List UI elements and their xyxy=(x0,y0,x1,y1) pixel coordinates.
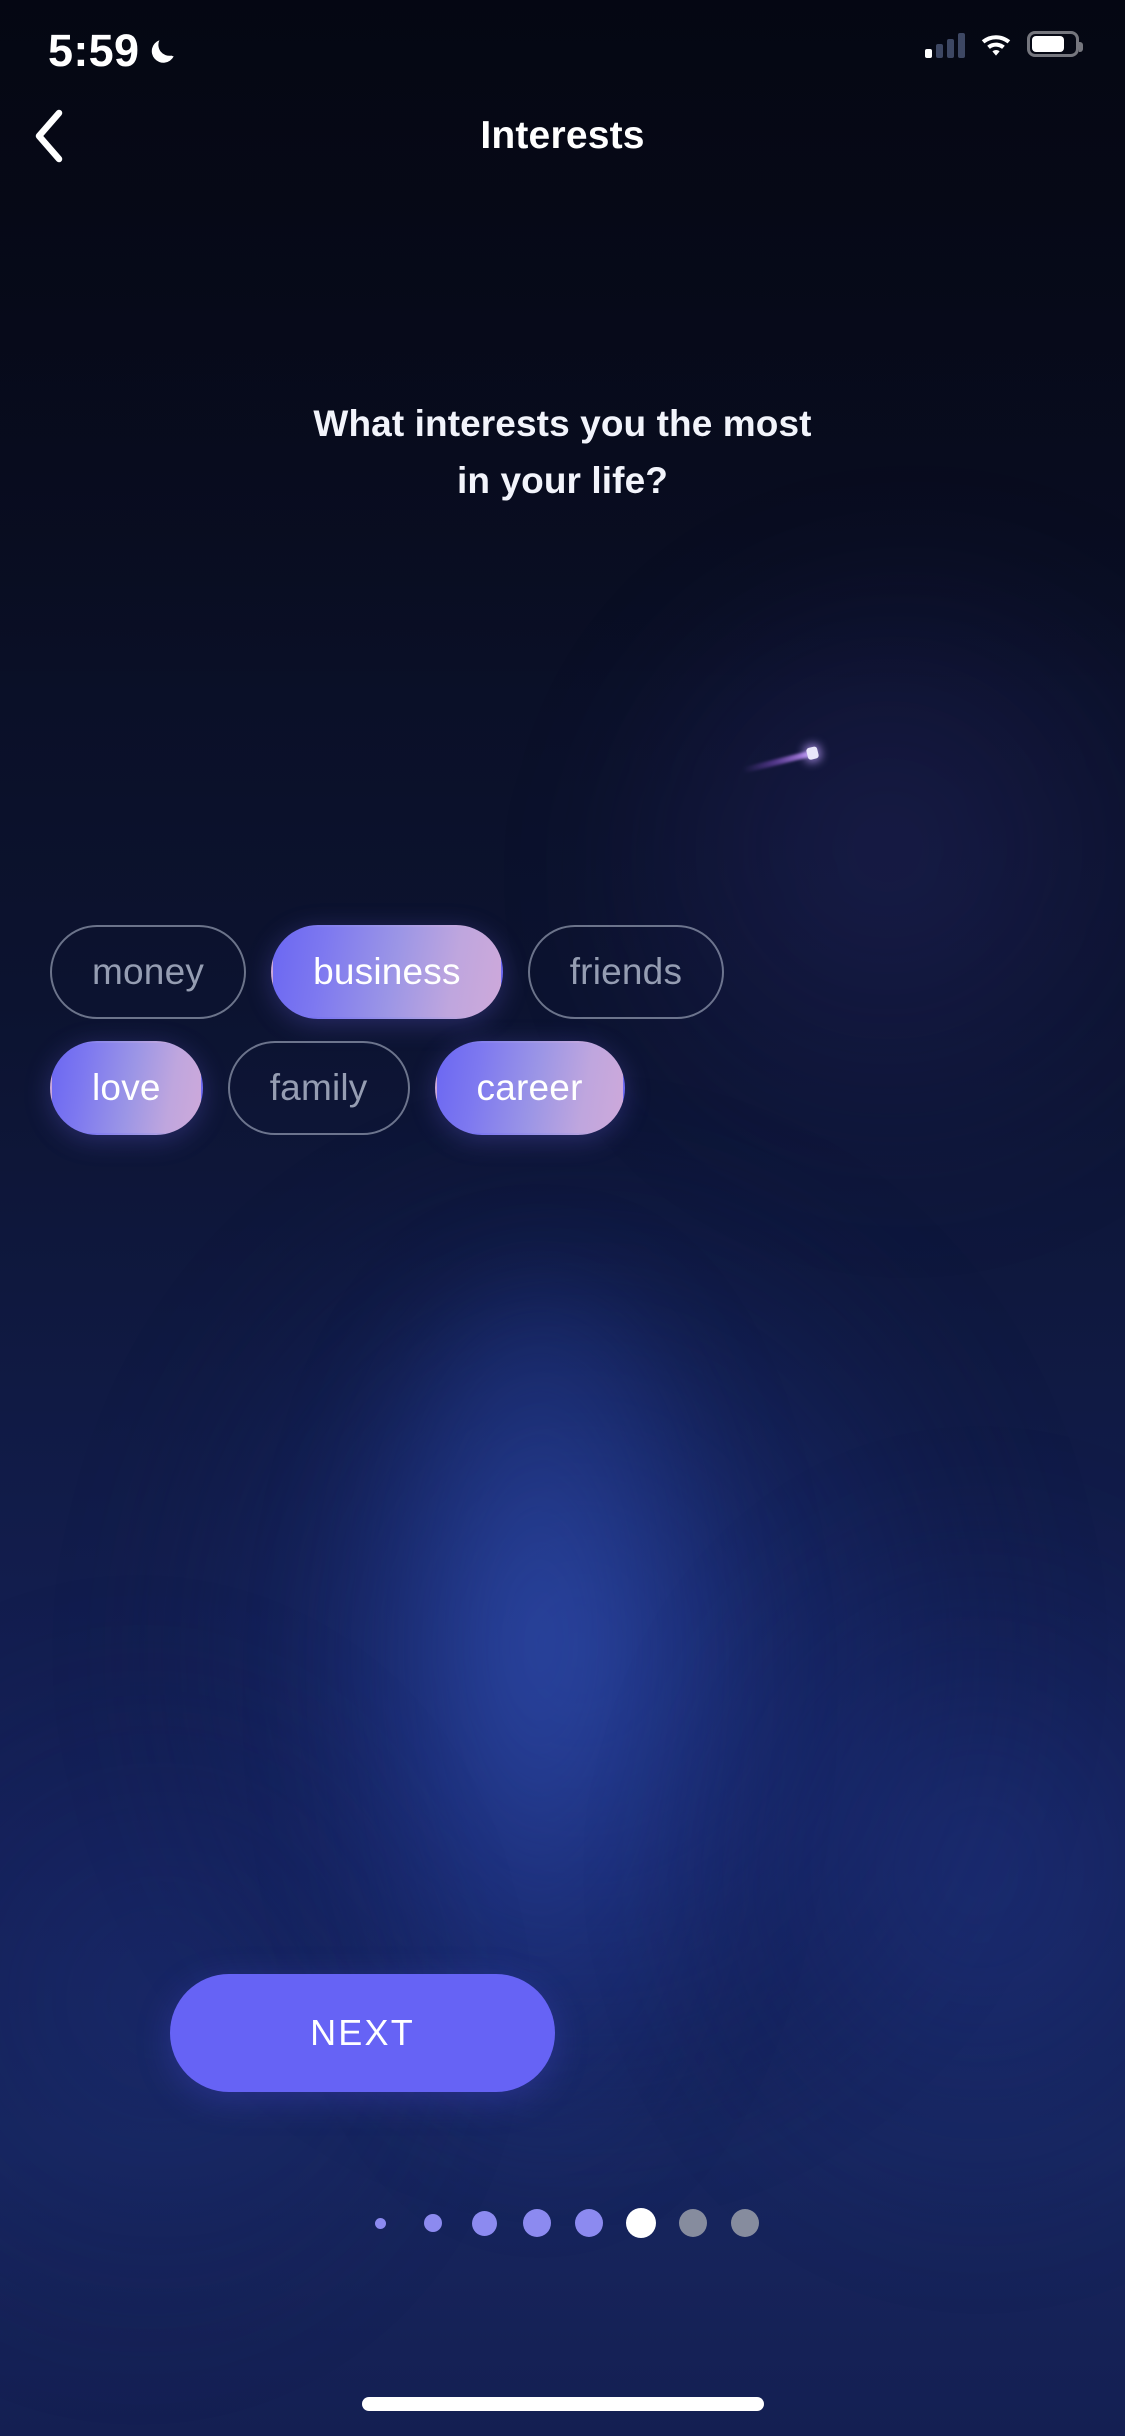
question-text: What interests you the most in your life… xyxy=(0,395,1125,509)
shooting-star-icon xyxy=(741,743,821,779)
signal-bars-icon xyxy=(925,30,965,58)
next-button[interactable]: NEXT xyxy=(170,1974,555,2092)
shooting-star-head xyxy=(805,745,820,761)
interest-chip-row-2: love family career xyxy=(50,1041,1075,1135)
pagination-dot-5[interactable] xyxy=(563,2198,615,2248)
pagination-dot-4[interactable] xyxy=(511,2198,563,2248)
pagination-dot-7[interactable] xyxy=(667,2198,719,2248)
pagination-dot-6-active[interactable] xyxy=(615,2198,667,2248)
status-bar-right xyxy=(925,30,1083,58)
interest-chip-career[interactable]: career xyxy=(434,1041,625,1135)
pagination-dot-3[interactable] xyxy=(459,2198,511,2248)
interest-chip-money[interactable]: money xyxy=(50,925,247,1019)
question-line-1: What interests you the most xyxy=(313,403,812,444)
interest-chip-family[interactable]: family xyxy=(227,1041,410,1135)
background-glow-right xyxy=(660,1500,1125,2240)
crescent-moon-icon xyxy=(152,39,174,63)
wifi-icon xyxy=(981,35,1011,56)
interest-chip-friends[interactable]: friends xyxy=(527,925,725,1019)
interest-chip-row-1: money business friends xyxy=(50,925,1075,1019)
app-screen: 5:59 Interests What interests you the mo… xyxy=(0,0,1125,2436)
shooting-star-tail xyxy=(742,749,816,774)
question-line-2: in your life? xyxy=(457,460,668,501)
status-bar: 5:59 xyxy=(0,0,1125,132)
status-bar-left: 5:59 xyxy=(48,28,179,73)
home-indicator-bar[interactable] xyxy=(361,2397,764,2411)
interest-chip-group: money business friends love family caree… xyxy=(0,925,1125,1135)
pagination-dot-8[interactable] xyxy=(719,2198,771,2248)
pagination-dots xyxy=(0,2198,1125,2248)
pagination-dot-2[interactable] xyxy=(407,2198,459,2248)
interest-chip-love[interactable]: love xyxy=(50,1041,203,1135)
pagination-dot-1[interactable] xyxy=(355,2198,407,2248)
status-bar-clock: 5:59 xyxy=(48,25,140,76)
battery-icon xyxy=(1027,31,1083,57)
interest-chip-business[interactable]: business xyxy=(271,925,503,1019)
